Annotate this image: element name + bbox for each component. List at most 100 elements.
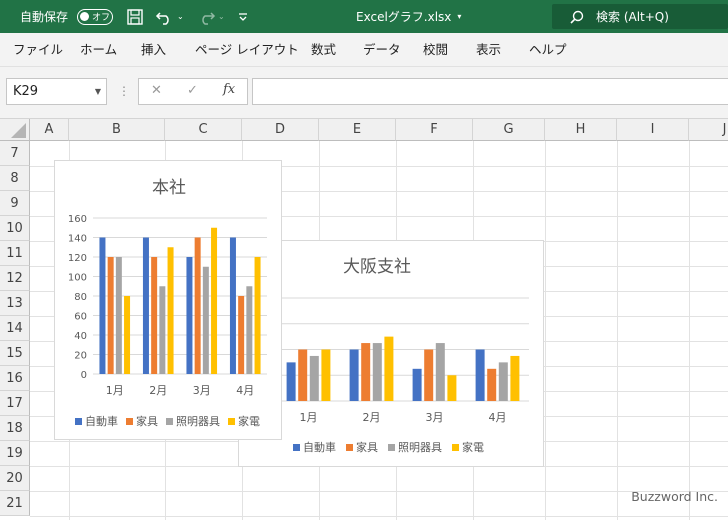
tab-help[interactable]: ヘルプ bbox=[529, 33, 567, 67]
name-box-dropdown-icon[interactable]: ▼ bbox=[95, 79, 101, 104]
toggle-knob-icon bbox=[80, 12, 89, 21]
headquarters-legend-label: 家具 bbox=[136, 414, 158, 428]
name-box[interactable]: K29 ▼ bbox=[6, 78, 107, 105]
formula-input[interactable] bbox=[252, 78, 728, 105]
column-header[interactable]: G bbox=[473, 119, 545, 141]
row-header[interactable]: 16 bbox=[0, 366, 30, 391]
tab-home[interactable]: ホーム bbox=[80, 33, 117, 67]
insert-function-icon[interactable]: fx bbox=[223, 82, 235, 97]
row-header[interactable]: 11 bbox=[0, 241, 30, 266]
redo-icon bbox=[202, 11, 216, 25]
row-header[interactable]: 13 bbox=[0, 291, 30, 316]
headquarters-bar bbox=[186, 257, 193, 374]
autosave-label: 自動保存 bbox=[20, 10, 69, 24]
tab-review[interactable]: 校閲 bbox=[423, 33, 448, 67]
headquarters-bar bbox=[167, 247, 174, 374]
title-bar: 自動保存 オフ ⌄ ⌄ Excelグラフ.xlsx ▾ 検索 (Alt+Q) bbox=[0, 0, 728, 33]
grid-line bbox=[30, 491, 728, 492]
osaka-legend-label: 照明器具 bbox=[398, 441, 442, 454]
select-all-button[interactable] bbox=[0, 119, 30, 141]
chart-osaka[interactable]: 大阪支社 1月 2月 3月 4月 自動車 家具 照明器具 家電 bbox=[238, 240, 544, 467]
watermark: Buzzword Inc. bbox=[631, 489, 718, 504]
osaka-legend-swatch bbox=[388, 444, 395, 451]
formula-buttons: ✕ ✓ fx bbox=[138, 78, 248, 105]
select-all-triangle-icon bbox=[11, 123, 26, 138]
row-header[interactable]: 20 bbox=[0, 466, 30, 491]
headquarters-bar bbox=[115, 257, 122, 374]
headquarters-x-tick-label: 4月 bbox=[236, 384, 254, 397]
column-header[interactable]: J bbox=[689, 119, 728, 141]
osaka-bar bbox=[286, 362, 296, 401]
osaka-bar bbox=[424, 349, 434, 401]
row-header[interactable]: 17 bbox=[0, 391, 30, 416]
tab-data[interactable]: データ bbox=[363, 33, 401, 67]
chart-headquarters[interactable]: 本社 0 20 40 60 80 100 120 140 160 1月 2月 3月 4月 自動車 家具 照明器具… bbox=[54, 160, 282, 440]
tab-insert[interactable]: 挿入 bbox=[141, 33, 166, 67]
headquarters-bar bbox=[194, 237, 201, 374]
row-header[interactable]: 19 bbox=[0, 441, 30, 466]
headquarters-x-tick-label: 2月 bbox=[149, 384, 167, 397]
tab-page-layout[interactable]: ページ レイアウト bbox=[195, 33, 299, 67]
osaka-x-tick-label: 2月 bbox=[363, 411, 381, 424]
redo-button[interactable]: ⌄ bbox=[196, 0, 225, 33]
column-header[interactable]: C bbox=[165, 119, 242, 141]
chart-osaka-plot: 大阪支社 1月 2月 3月 4月自動車 家具 照明器具 家電 bbox=[277, 257, 529, 454]
row-header[interactable]: 10 bbox=[0, 216, 30, 241]
column-header[interactable]: D bbox=[242, 119, 319, 141]
enter-icon[interactable]: ✓ bbox=[187, 83, 198, 98]
headquarters-y-tick-label: 100 bbox=[68, 273, 87, 284]
autosave-toggle[interactable]: オフ bbox=[77, 8, 113, 25]
row-header[interactable]: 14 bbox=[0, 316, 30, 341]
undo-icon bbox=[155, 11, 169, 25]
ribbon-tabs: ファイル ホーム 挿入 ページ レイアウト 数式 データ 校閲 表示 ヘルプ bbox=[0, 33, 728, 67]
column-header[interactable]: B bbox=[69, 119, 165, 141]
headquarters-legend-swatch bbox=[166, 418, 173, 425]
headquarters-bar bbox=[202, 266, 209, 374]
formula-bar-grip-icon[interactable]: ⋮ bbox=[118, 81, 130, 101]
formula-bar: K29 ▼ ⋮ ✕ ✓ fx bbox=[0, 67, 728, 119]
tab-view[interactable]: 表示 bbox=[476, 33, 501, 67]
osaka-legend-label: 家電 bbox=[462, 440, 484, 454]
column-header[interactable]: E bbox=[319, 119, 396, 141]
tab-file[interactable]: ファイル bbox=[13, 33, 63, 67]
chart-headquarters-plot: 本社 0 20 40 60 80 100 120 140 160 1月 2月 3月 4月自動車 家具 照明器具… bbox=[68, 178, 267, 428]
headquarters-bar bbox=[254, 257, 261, 374]
osaka-bar bbox=[435, 343, 445, 401]
osaka-bar bbox=[321, 349, 331, 401]
customize-toolbar-button[interactable] bbox=[238, 0, 248, 33]
file-title[interactable]: Excelグラフ.xlsx ▾ bbox=[356, 0, 461, 33]
column-header[interactable]: I bbox=[617, 119, 689, 141]
osaka-bar bbox=[447, 375, 457, 401]
row-header[interactable]: 15 bbox=[0, 341, 30, 366]
headquarters-y-tick-label: 0 bbox=[81, 370, 87, 381]
row-header[interactable]: 8 bbox=[0, 166, 30, 191]
cancel-icon[interactable]: ✕ bbox=[151, 83, 162, 98]
row-header[interactable]: 21 bbox=[0, 491, 30, 516]
grid-line bbox=[30, 516, 728, 517]
row-header[interactable]: 9 bbox=[0, 191, 30, 216]
grid-line bbox=[617, 141, 618, 520]
column-header[interactable]: F bbox=[396, 119, 473, 141]
headquarters-legend-label: 自動車 bbox=[85, 414, 118, 428]
column-header[interactable]: A bbox=[30, 119, 69, 141]
osaka-legend-swatch bbox=[452, 444, 459, 451]
headquarters-bar bbox=[151, 257, 158, 374]
save-button[interactable] bbox=[126, 0, 144, 33]
redo-dropdown-icon[interactable]: ⌄ bbox=[218, 12, 225, 21]
search-box[interactable]: 検索 (Alt+Q) bbox=[552, 4, 728, 29]
row-header[interactable]: 7 bbox=[0, 141, 30, 166]
row-header[interactable]: 18 bbox=[0, 416, 30, 441]
customize-icon bbox=[239, 12, 247, 21]
osaka-x-tick-label: 3月 bbox=[426, 411, 444, 424]
headquarters-y-tick-label: 120 bbox=[68, 253, 87, 264]
undo-button[interactable]: ⌄ bbox=[155, 0, 184, 33]
headquarters-y-tick-label: 60 bbox=[74, 312, 87, 323]
undo-dropdown-icon[interactable]: ⌄ bbox=[177, 12, 184, 21]
osaka-x-tick-label: 4月 bbox=[489, 411, 507, 424]
headquarters-legend-label: 照明器具 bbox=[176, 415, 220, 428]
row-header[interactable]: 12 bbox=[0, 266, 30, 291]
headquarters-y-tick-label: 80 bbox=[74, 292, 87, 303]
tab-formulas[interactable]: 数式 bbox=[311, 33, 336, 67]
column-header[interactable]: H bbox=[545, 119, 617, 141]
osaka-legend-label: 自動車 bbox=[303, 440, 336, 454]
